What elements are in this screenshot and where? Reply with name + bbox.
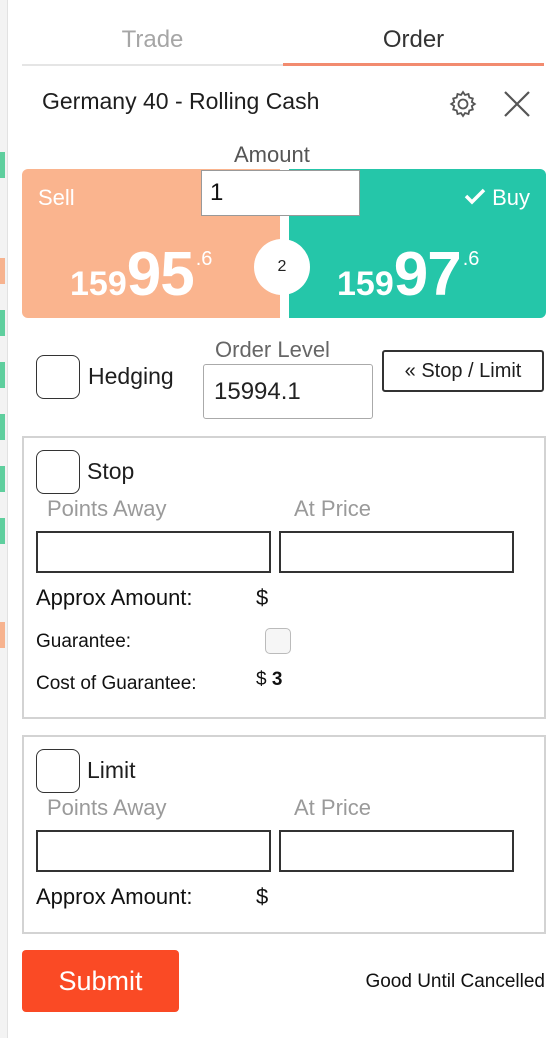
buy-price-main: 97	[393, 240, 462, 309]
sell-price-main: 95	[126, 240, 195, 309]
cost-of-guarantee-currency: $	[256, 669, 267, 690]
submit-button[interactable]: Submit	[22, 950, 179, 1012]
stop-limit-toggle-button[interactable]: « Stop / Limit	[382, 350, 544, 392]
limit-points-away-input[interactable]	[36, 830, 271, 872]
gear-icon[interactable]	[447, 88, 479, 120]
spread-badge: 2	[254, 239, 310, 295]
order-level-input[interactable]	[203, 364, 373, 419]
sell-price-fraction: .6	[195, 248, 213, 270]
background-marker	[0, 362, 5, 388]
buy-price: 15997.6	[337, 239, 479, 310]
cost-of-guarantee-value: $ 3	[256, 669, 282, 691]
amount-input[interactable]	[201, 170, 360, 216]
close-icon[interactable]	[501, 88, 533, 120]
limit-at-price-label: At Price	[294, 795, 372, 820]
instrument-title: Germany 40 - Rolling Cash	[42, 88, 320, 114]
limit-at-price-input[interactable]	[279, 830, 514, 872]
limit-points-away-label: Points Away	[47, 795, 167, 820]
background-marker	[0, 258, 5, 284]
background-marker	[0, 518, 5, 544]
stop-at-price-input[interactable]	[279, 531, 514, 573]
cost-of-guarantee-label: Cost of Guarantee:	[36, 673, 197, 694]
hedging-checkbox[interactable]	[36, 355, 80, 399]
limit-approx-amount-value: $	[256, 884, 269, 909]
stop-checkbox[interactable]	[36, 450, 80, 494]
order-level-label: Order Level	[215, 337, 330, 362]
stop-points-away-label: Points Away	[47, 496, 167, 521]
hedging-label: Hedging	[88, 363, 174, 389]
stop-approx-amount-label: Approx Amount:	[36, 585, 193, 610]
background-marker	[0, 310, 5, 336]
check-icon	[464, 185, 486, 211]
cost-of-guarantee-amount: 3	[271, 669, 283, 690]
background-marker	[0, 622, 5, 648]
stop-approx-amount-value: $	[256, 585, 269, 610]
buy-label: Buy	[492, 185, 530, 210]
sell-price-prefix: 159	[70, 265, 127, 303]
background-marker	[0, 466, 5, 492]
panel-border	[7, 0, 8, 1038]
limit-checkbox[interactable]	[36, 749, 80, 793]
buy-price-fraction: .6	[462, 248, 480, 270]
tab-bar: Trade Order	[22, 18, 544, 66]
amount-label: Amount	[234, 142, 310, 167]
order-expiry-label[interactable]: Good Until Cancelled	[365, 971, 545, 993]
guarantee-label: Guarantee:	[36, 631, 132, 652]
limit-approx-amount-label: Approx Amount:	[36, 884, 193, 909]
tab-order[interactable]: Order	[283, 18, 544, 66]
sell-label: Sell	[38, 185, 75, 210]
sell-price: 15995.6	[70, 239, 212, 310]
guarantee-checkbox[interactable]	[265, 628, 291, 654]
tab-trade[interactable]: Trade	[22, 18, 283, 66]
background-marker	[0, 152, 5, 178]
buy-label-group: Buy	[464, 185, 530, 211]
stop-at-price-label: At Price	[294, 496, 372, 521]
limit-label: Limit	[87, 757, 136, 783]
buy-price-prefix: 159	[337, 265, 394, 303]
background-marker	[0, 414, 5, 440]
stop-points-away-input[interactable]	[36, 531, 271, 573]
stop-label: Stop	[87, 458, 135, 484]
